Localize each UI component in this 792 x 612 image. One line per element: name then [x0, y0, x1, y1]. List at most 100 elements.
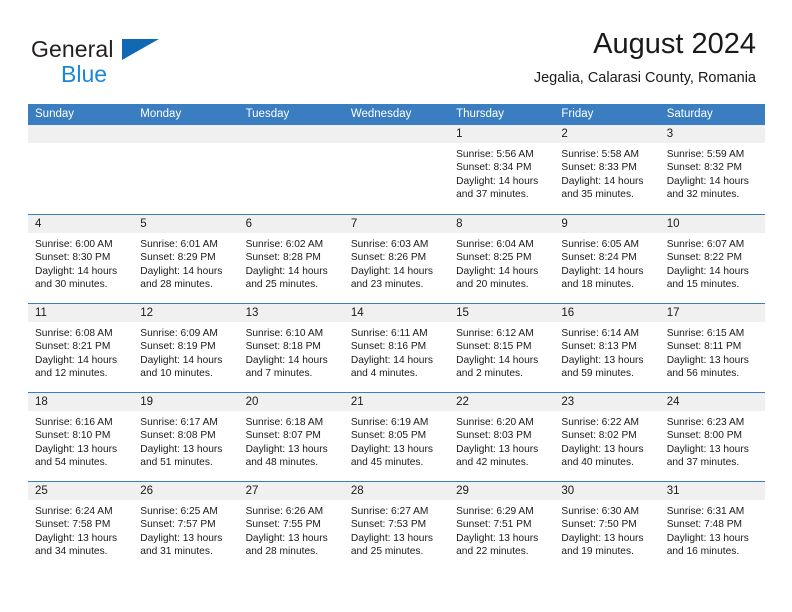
- day-details: Sunrise: 6:20 AM Sunset: 8:03 PM Daylight:…: [449, 411, 554, 470]
- daylight-text-line2: and 48 minutes.: [245, 457, 319, 469]
- day-details: Sunrise: 5:58 AM Sunset: 8:33 PM Daylight:…: [554, 143, 659, 202]
- calendar-day-cell[interactable]: 8 Sunrise: 6:04 AM Sunset: 8:25 PM Daylight…: [449, 215, 555, 303]
- day-number: 21: [350, 396, 364, 408]
- calendar-day-cell[interactable]: 20 Sunrise: 6:18 AM Sunset: 8:07 PM Dayligh…: [238, 393, 344, 481]
- daylight-text-line1: Daylight: 13 hours: [35, 532, 118, 544]
- daylight-text-line2: and 59 minutes.: [561, 368, 634, 380]
- daylight-text-line2: and 20 minutes.: [456, 279, 529, 291]
- title-block: August 2024 Jegalia, Calarasi County, Ro…: [534, 26, 756, 88]
- daylight-text-line2: and 56 minutes.: [666, 368, 740, 380]
- day-number-bar: [28, 125, 134, 143]
- calendar-day-cell[interactable]: 31 Sunrise: 6:31 AM Sunset: 7:48 PM Dayligh…: [659, 482, 765, 570]
- sunrise-text: Sunrise: 6:04 AM: [456, 239, 534, 250]
- daylight-text-line1: Daylight: 14 hours: [245, 354, 328, 366]
- calendar-day-cell-empty: [133, 125, 239, 214]
- calendar-day-cell[interactable]: 24 Sunrise: 6:23 AM Sunset: 8:00 PM Dayligh…: [659, 393, 765, 481]
- day-number: 8: [456, 218, 463, 230]
- calendar-day-cell[interactable]: 12 Sunrise: 6:09 AM Sunset: 8:19 PM Dayligh…: [133, 304, 239, 392]
- day-details: Sunrise: 6:16 AM Sunset: 8:10 PM Daylight:…: [28, 411, 133, 470]
- day-number-bar: 15: [449, 304, 555, 322]
- day-details: Sunrise: 6:01 AM Sunset: 8:29 PM Daylight:…: [133, 233, 238, 292]
- calendar-day-cell[interactable]: 30 Sunrise: 6:30 AM Sunset: 7:50 PM Dayligh…: [554, 482, 660, 570]
- day-number-bar: 12: [133, 304, 239, 322]
- sunset-text: Sunset: 7:57 PM: [140, 519, 216, 531]
- day-number-bar: 19: [133, 393, 239, 411]
- daylight-text-line2: and 30 minutes.: [35, 279, 108, 291]
- calendar-day-cell[interactable]: 27 Sunrise: 6:26 AM Sunset: 7:55 PM Dayligh…: [238, 482, 344, 570]
- calendar-day-cell[interactable]: 15 Sunrise: 6:12 AM Sunset: 8:15 PM Dayligh…: [449, 304, 555, 392]
- sunrise-text: Sunrise: 6:23 AM: [666, 417, 745, 428]
- day-number: 29: [456, 485, 469, 497]
- calendar-day-cell[interactable]: 23 Sunrise: 6:22 AM Sunset: 8:02 PM Dayligh…: [554, 393, 660, 481]
- calendar-day-cell[interactable]: 4 Sunrise: 6:00 AM Sunset: 8:30 PM Daylight…: [28, 215, 134, 303]
- calendar-day-cell[interactable]: 13 Sunrise: 6:10 AM Sunset: 8:18 PM Dayligh…: [238, 304, 344, 392]
- calendar-day-cell[interactable]: 26 Sunrise: 6:25 AM Sunset: 7:57 PM Dayligh…: [133, 482, 239, 570]
- daylight-text-line1: Daylight: 13 hours: [666, 443, 749, 455]
- day-number-bar: 28: [343, 482, 450, 500]
- day-number-bar: 7: [343, 215, 450, 233]
- daylight-text-line2: and 54 minutes.: [35, 457, 108, 469]
- calendar-day-cell[interactable]: 25 Sunrise: 6:24 AM Sunset: 7:58 PM Dayligh…: [28, 482, 134, 570]
- calendar-day-cell[interactable]: 16 Sunrise: 6:14 AM Sunset: 8:13 PM Dayligh…: [554, 304, 660, 392]
- day-number: 15: [456, 307, 469, 319]
- sunset-text: Sunset: 7:53 PM: [350, 519, 427, 531]
- day-number-bar: 23: [554, 393, 660, 411]
- calendar-day-cell[interactable]: 17 Sunrise: 6:15 AM Sunset: 8:11 PM Dayligh…: [659, 304, 765, 392]
- calendar-day-cell[interactable]: 28 Sunrise: 6:27 AM Sunset: 7:53 PM Dayligh…: [343, 482, 450, 570]
- day-details: Sunrise: 6:18 AM Sunset: 8:07 PM Daylight:…: [239, 411, 344, 470]
- calendar-day-cell[interactable]: 18 Sunrise: 6:16 AM Sunset: 8:10 PM Dayligh…: [28, 393, 134, 481]
- day-number-bar: [343, 125, 450, 143]
- daylight-text-line2: and 32 minutes.: [666, 189, 740, 201]
- daylight-text-line2: and 25 minutes.: [350, 546, 424, 558]
- calendar-day-cell-empty: [343, 125, 450, 214]
- sunrise-text: Sunrise: 5:56 AM: [456, 149, 534, 160]
- daylight-text-line1: Daylight: 13 hours: [666, 532, 749, 544]
- day-number-bar: 13: [238, 304, 344, 322]
- sunset-text: Sunset: 8:16 PM: [350, 341, 427, 353]
- daylight-text-line1: Daylight: 13 hours: [456, 532, 539, 544]
- calendar-day-cell[interactable]: 22 Sunrise: 6:20 AM Sunset: 8:03 PM Dayligh…: [449, 393, 555, 481]
- sunset-text: Sunset: 7:48 PM: [666, 519, 743, 531]
- daylight-text-line2: and 31 minutes.: [140, 546, 213, 558]
- calendar-day-cell[interactable]: 10 Sunrise: 6:07 AM Sunset: 8:22 PM Dayligh…: [659, 215, 765, 303]
- day-number: 6: [245, 218, 252, 230]
- calendar-day-cell[interactable]: 2 Sunrise: 5:58 AM Sunset: 8:33 PM Daylight…: [554, 125, 660, 214]
- calendar-day-cell[interactable]: 3 Sunrise: 5:59 AM Sunset: 8:32 PM Daylight…: [659, 125, 765, 214]
- general-blue-logo[interactable]: General Blue: [31, 36, 251, 92]
- day-number-bar: 6: [238, 215, 344, 233]
- weekday-header-sunday: Sunday: [35, 108, 75, 120]
- calendar-day-cell[interactable]: 5 Sunrise: 6:01 AM Sunset: 8:29 PM Daylight…: [133, 215, 239, 303]
- day-number: 1: [456, 128, 463, 140]
- sunrise-text: Sunrise: 6:17 AM: [140, 417, 218, 428]
- sunrise-text: Sunrise: 6:14 AM: [561, 328, 639, 339]
- calendar-day-cell[interactable]: 11 Sunrise: 6:08 AM Sunset: 8:21 PM Dayligh…: [28, 304, 134, 392]
- calendar-day-cell[interactable]: 14 Sunrise: 6:11 AM Sunset: 8:16 PM Dayligh…: [343, 304, 450, 392]
- day-details: Sunrise: 6:05 AM Sunset: 8:24 PM Daylight:…: [554, 233, 659, 292]
- calendar-day-cell[interactable]: 9 Sunrise: 6:05 AM Sunset: 8:24 PM Daylight…: [554, 215, 660, 303]
- day-details: Sunrise: 6:11 AM Sunset: 8:16 PM Daylight:…: [344, 322, 449, 381]
- day-number: 3: [666, 128, 674, 140]
- sunset-text: Sunset: 8:19 PM: [140, 341, 216, 353]
- daylight-text-line1: Daylight: 13 hours: [561, 443, 644, 455]
- calendar-day-cell[interactable]: 21 Sunrise: 6:19 AM Sunset: 8:05 PM Dayligh…: [343, 393, 450, 481]
- sunset-text: Sunset: 8:07 PM: [245, 430, 321, 442]
- sunset-text: Sunset: 8:22 PM: [666, 252, 743, 264]
- sunset-text: Sunset: 7:58 PM: [35, 519, 111, 531]
- daylight-text-line2: and 34 minutes.: [35, 546, 108, 558]
- day-number: 18: [35, 396, 48, 408]
- calendar-day-cell[interactable]: 29 Sunrise: 6:29 AM Sunset: 7:51 PM Dayligh…: [449, 482, 555, 570]
- day-number-bar: 25: [28, 482, 134, 500]
- calendar-weeks: 1 Sunrise: 5:56 AM Sunset: 8:34 PM Daylight…: [28, 125, 765, 570]
- calendar-day-cell[interactable]: 6 Sunrise: 6:02 AM Sunset: 8:28 PM Daylight…: [238, 215, 344, 303]
- daylight-text-line1: Daylight: 13 hours: [140, 443, 223, 455]
- calendar-day-cell[interactable]: 7 Sunrise: 6:03 AM Sunset: 8:26 PM Daylight…: [343, 215, 450, 303]
- calendar-day-cell[interactable]: 1 Sunrise: 5:56 AM Sunset: 8:34 PM Daylight…: [449, 125, 555, 214]
- sunrise-text: Sunrise: 6:16 AM: [35, 417, 113, 428]
- daylight-text-line1: Daylight: 14 hours: [561, 265, 644, 277]
- daylight-text-line2: and 22 minutes.: [456, 546, 529, 558]
- day-number-bar: 24: [659, 393, 765, 411]
- sunrise-text: Sunrise: 6:25 AM: [140, 506, 218, 517]
- sunrise-text: Sunrise: 6:01 AM: [140, 239, 218, 250]
- day-number: 9: [561, 218, 568, 230]
- calendar-day-cell[interactable]: 19 Sunrise: 6:17 AM Sunset: 8:08 PM Dayligh…: [133, 393, 239, 481]
